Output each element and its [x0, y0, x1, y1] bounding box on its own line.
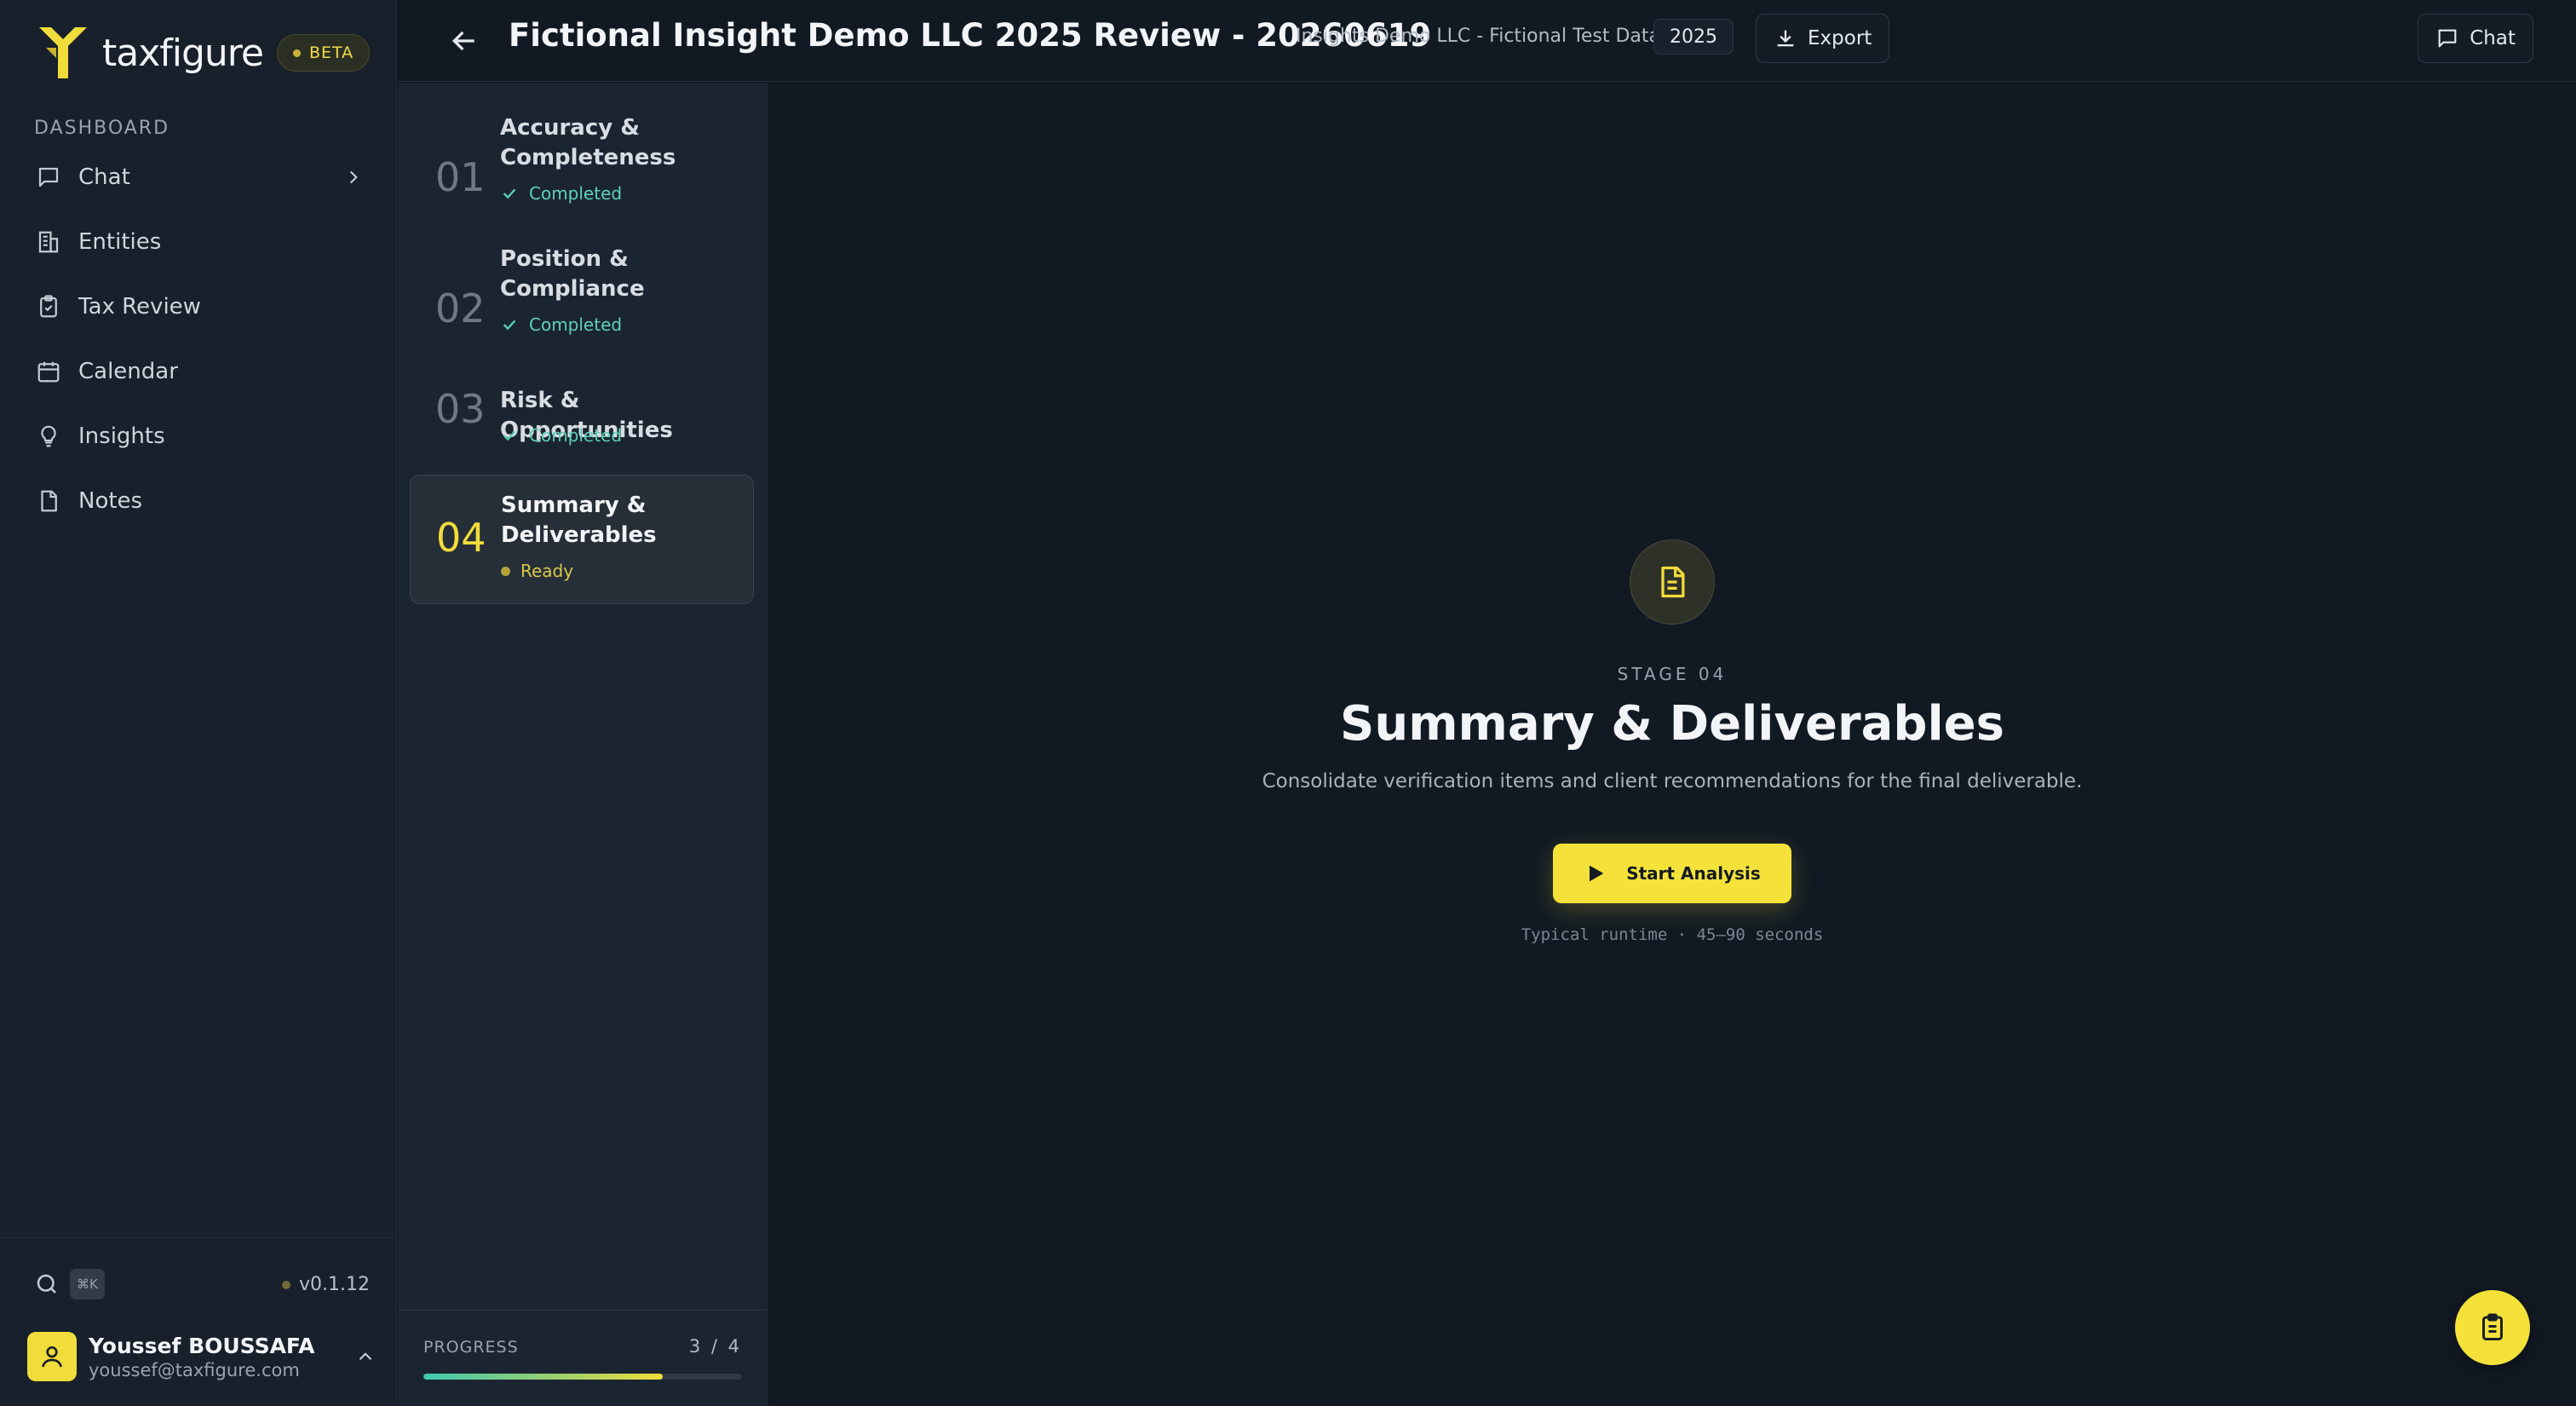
stage-hero: STAGE 04 Summary & Deliverables Consolid… — [768, 539, 2576, 944]
sidebar-item-label: Insights — [78, 424, 165, 449]
app-sidebar: taxfigure BETA DASHBOARD Chat Entities T… — [0, 0, 397, 1406]
file-icon — [41, 490, 57, 512]
progress-bar-fill — [423, 1374, 663, 1380]
sidebar-item-chat[interactable]: Chat — [17, 150, 380, 205]
beta-dot — [292, 49, 301, 57]
chevron-right-icon[interactable] — [342, 166, 365, 188]
beta-label: BETA — [308, 43, 354, 62]
stage-heading: Summary & Deliverables — [1340, 696, 2004, 752]
runtime-hint: Typical runtime · 45–90 seconds — [1521, 925, 1824, 944]
lightbulb-icon — [41, 425, 56, 447]
shortcut-badge: ⌘K — [70, 1269, 105, 1299]
sidebar-item-calendar[interactable]: Calendar — [17, 344, 380, 399]
version-status-dot — [282, 1280, 290, 1289]
sidebar-item-label: Chat — [78, 164, 130, 190]
stage-status: Completed — [500, 314, 622, 335]
stage-title: Accuracy & Completeness — [500, 115, 676, 170]
chat-icon — [2438, 29, 2457, 48]
stage-detail-panel: STAGE 04 Summary & Deliverables Consolid… — [768, 83, 2576, 1406]
avatar — [27, 1332, 77, 1381]
chat-label: Chat — [2470, 27, 2516, 49]
brand-logo[interactable]: taxfigure BETA — [32, 22, 371, 84]
version-label: v0.1.12 — [299, 1274, 370, 1295]
user-email: youssef@taxfigure.com — [89, 1359, 300, 1380]
play-icon — [1590, 865, 1604, 882]
version-indicator: v0.1.12 — [282, 1274, 370, 1295]
stage-description: Consolidate verification items and clien… — [1262, 770, 2083, 792]
sidebar-section-label: DASHBOARD — [34, 118, 170, 139]
chat-button[interactable]: Chat — [2418, 14, 2533, 63]
progress-section: PROGRESS 3 / 4 — [398, 1310, 768, 1406]
check-icon — [503, 430, 516, 441]
chevron-up-icon[interactable] — [354, 1345, 377, 1368]
sidebar-nav: Chat Entities Tax Review Calendar Insigh… — [17, 150, 380, 539]
start-analysis-label: Start Analysis — [1626, 863, 1761, 884]
export-label: Export — [1808, 27, 1872, 49]
calendar-icon — [37, 361, 60, 383]
export-button[interactable]: Export — [1756, 14, 1890, 63]
sidebar-item-label: Notes — [78, 488, 143, 514]
stage-status-label: Completed — [529, 183, 623, 204]
chat-icon — [38, 167, 59, 187]
page-header: Fictional Insight Demo LLC 2025 Review -… — [398, 0, 2576, 82]
year-badge: 2025 — [1653, 19, 1734, 55]
taxfigure-logo-icon — [39, 27, 87, 78]
notes-fab-button[interactable] — [2455, 1290, 2530, 1365]
stage-status-label: Completed — [529, 314, 623, 335]
stage-status-label: Ready — [520, 561, 574, 581]
stage-number: 04 — [436, 515, 486, 561]
sidebar-footer: ⌘K v0.1.12 Youssef BOUSSAFA youssef@taxf… — [0, 1237, 397, 1406]
back-arrow-icon[interactable] — [447, 24, 481, 58]
progress-label: PROGRESS — [423, 1338, 519, 1357]
command-search-button[interactable]: ⌘K — [34, 1269, 105, 1299]
user-menu[interactable]: Youssef BOUSSAFA youssef@taxfigure.com — [27, 1332, 377, 1381]
document-icon-badge — [1630, 539, 1715, 625]
sidebar-item-notes[interactable]: Notes — [17, 474, 380, 528]
stage-number: 02 — [435, 285, 486, 331]
stage-status: Completed — [500, 183, 622, 204]
check-icon — [503, 188, 516, 199]
page-title: Fictional Insight Demo LLC 2025 Review -… — [509, 17, 1432, 54]
clipboard-icon — [2482, 1313, 2503, 1340]
download-icon — [1777, 30, 1794, 47]
stage-item-02[interactable]: 02 Position & Compliance Completed — [410, 245, 754, 371]
stage-list: 01 Accuracy & Completeness Completed 02 … — [398, 83, 768, 1406]
stage-title: Position & Compliance — [500, 246, 645, 302]
stage-item-04[interactable]: 04 Summary & Deliverables Ready — [410, 475, 754, 604]
ready-dot-icon — [501, 566, 510, 576]
stage-number: 03 — [435, 386, 486, 432]
clipboard-check-icon — [40, 295, 57, 318]
sidebar-item-label: Calendar — [78, 359, 178, 384]
stage-title: Summary & Deliverables — [501, 493, 657, 548]
sidebar-item-label: Tax Review — [78, 294, 201, 320]
user-info: Youssef BOUSSAFA youssef@taxfigure.com — [89, 1334, 314, 1380]
stage-number: 01 — [435, 154, 486, 200]
building-icon — [38, 231, 59, 253]
search-icon — [37, 1274, 56, 1294]
progress-count: 3 / 4 — [688, 1336, 742, 1357]
stage-status: Completed — [500, 425, 622, 446]
brand-name: taxfigure — [102, 31, 264, 75]
stage-status: Ready — [501, 561, 573, 581]
document-icon — [1661, 566, 1685, 598]
stage-status-label: Completed — [529, 425, 623, 446]
sidebar-item-insights[interactable]: Insights — [17, 409, 380, 464]
stage-kicker: STAGE 04 — [1617, 664, 1728, 684]
stage-item-03[interactable]: 03 Risk & Opportunities Completed — [410, 386, 754, 471]
entity-subtitle: Insights Demo LLC - Fictional Test Data — [1296, 26, 1660, 47]
sidebar-item-label: Entities — [78, 229, 162, 255]
user-icon — [42, 1346, 62, 1368]
check-icon — [503, 320, 516, 331]
start-analysis-button[interactable]: Start Analysis — [1553, 844, 1791, 903]
sidebar-item-tax-review[interactable]: Tax Review — [17, 279, 380, 334]
user-name: Youssef BOUSSAFA — [89, 1333, 315, 1358]
beta-badge: BETA — [276, 34, 371, 72]
progress-bar — [423, 1374, 742, 1380]
sidebar-item-entities[interactable]: Entities — [17, 215, 380, 269]
stage-item-01[interactable]: 01 Accuracy & Completeness Completed — [410, 113, 754, 239]
